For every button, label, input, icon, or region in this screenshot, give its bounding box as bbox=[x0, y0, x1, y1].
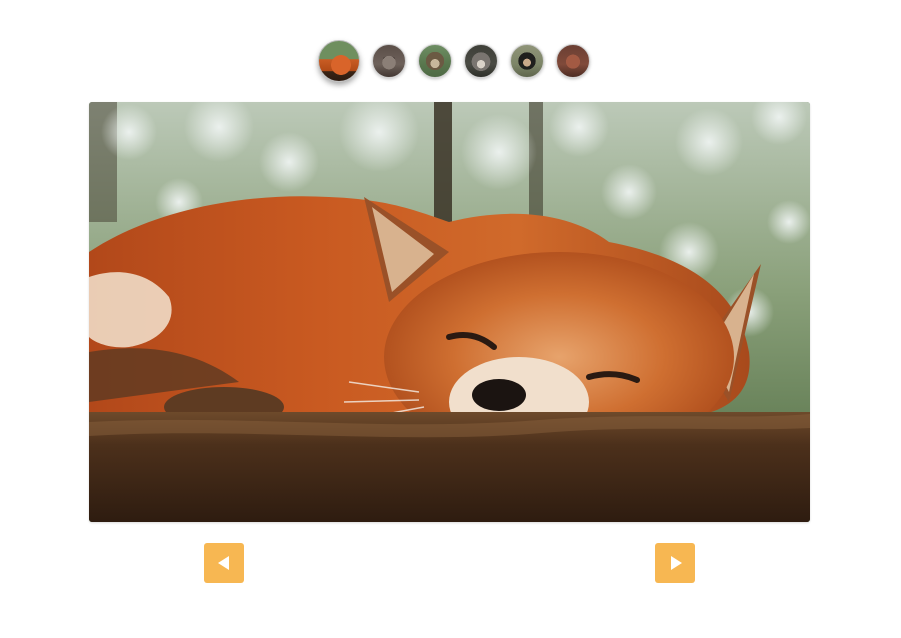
triangle-left-icon bbox=[217, 556, 229, 570]
triangle-right-icon bbox=[670, 556, 682, 570]
prev-button[interactable] bbox=[204, 543, 244, 583]
thumbnail-wolf[interactable] bbox=[464, 44, 498, 78]
thumbnail-strip bbox=[318, 40, 590, 82]
thumbnail-fox[interactable] bbox=[318, 40, 360, 82]
image-gallery-page bbox=[0, 0, 901, 638]
thumbnail-raccoon[interactable] bbox=[372, 44, 406, 78]
main-image-fox bbox=[89, 102, 810, 522]
fox-photo bbox=[89, 102, 810, 522]
thumbnail-monkey[interactable] bbox=[510, 44, 544, 78]
thumbnail-bear[interactable] bbox=[418, 44, 452, 78]
next-button[interactable] bbox=[655, 543, 695, 583]
thumbnail-owl[interactable] bbox=[556, 44, 590, 78]
